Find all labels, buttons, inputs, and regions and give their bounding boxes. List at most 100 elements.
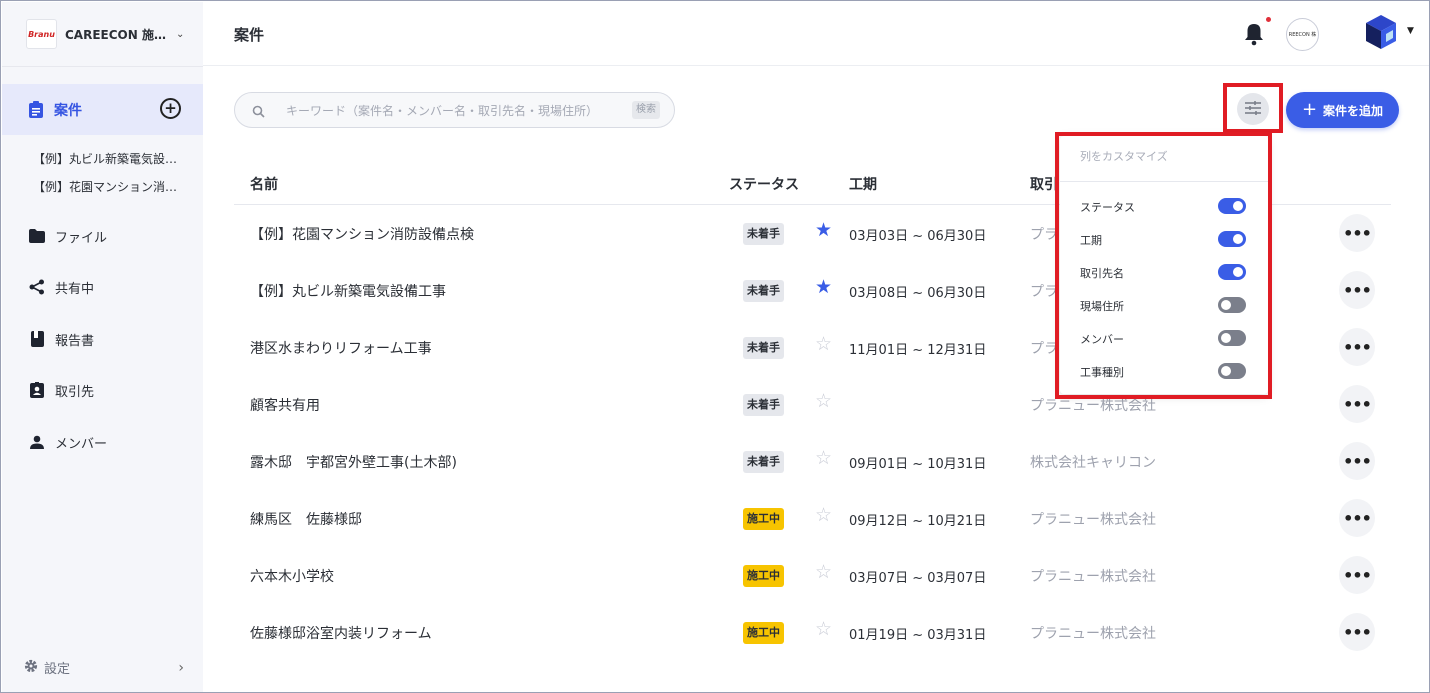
app-window: Branu CAREECON 施… ⌄ 案件 + 【例】丸ビル新築電気設… 【例… bbox=[0, 0, 1430, 693]
project-name: 六本木小学校 bbox=[250, 569, 334, 585]
client-name: プラ bbox=[1030, 284, 1058, 300]
table-row[interactable]: 露木邸 宇都宮外壁工事(土木部) 未着手 ☆ 09月01日 ~ 10月31日 株… bbox=[234, 433, 1391, 490]
gear-icon bbox=[24, 659, 38, 677]
column-header-client[interactable]: 取引 bbox=[1030, 174, 1058, 194]
more-options-icon[interactable]: ••• bbox=[1339, 385, 1375, 423]
project-period: 03月07日 ~ 03月07日 bbox=[849, 571, 987, 586]
more-options-icon[interactable]: ••• bbox=[1339, 271, 1375, 309]
top-header: 案件 REECON 株 ▼ bbox=[203, 2, 1429, 66]
share-icon bbox=[29, 279, 45, 295]
more-options-icon[interactable]: ••• bbox=[1339, 499, 1375, 537]
page-title: 案件 bbox=[234, 26, 265, 44]
more-options-icon[interactable]: ••• bbox=[1339, 613, 1375, 651]
more-options-icon[interactable]: ••• bbox=[1339, 442, 1375, 480]
client-name: プラ bbox=[1030, 227, 1058, 243]
sidebar-item-label: メンバー bbox=[55, 436, 108, 452]
project-name: 露木邸 宇都宮外壁工事(土木部) bbox=[250, 455, 457, 471]
sidebar-item-label: 取引先 bbox=[55, 384, 95, 400]
table-row[interactable]: 佐藤様邸浴室内装リフォーム 施工中 ☆ 01月19日 ~ 03月31日 プラニュ… bbox=[234, 604, 1391, 661]
search-button[interactable]: 検索 bbox=[632, 101, 660, 119]
column-header-period[interactable]: 工期 bbox=[849, 174, 877, 194]
chevron-down-icon[interactable]: ▼ bbox=[1407, 26, 1414, 36]
star-outline-icon[interactable]: ☆ bbox=[815, 620, 832, 639]
search-input[interactable]: キーワード（案件名・メンバー名・取引先名・現場住所） 検索 bbox=[234, 92, 675, 128]
project-period: 09月12日 ~ 10月21日 bbox=[849, 514, 987, 529]
settings-link[interactable]: 設定 › bbox=[24, 658, 184, 677]
org-switcher[interactable]: Branu CAREECON 施… ⌄ bbox=[26, 19, 184, 49]
plus-icon: + bbox=[1301, 99, 1318, 120]
more-options-icon[interactable]: ••• bbox=[1339, 328, 1375, 366]
project-name: 佐藤様邸浴室内装リフォーム bbox=[250, 626, 432, 642]
project-name: 【例】丸ビル新築電気設備工事 bbox=[250, 284, 446, 300]
recent-project-item[interactable]: 【例】花園マンション消… bbox=[33, 178, 177, 195]
company-logo-text: Branu bbox=[28, 29, 55, 39]
more-options-icon[interactable]: ••• bbox=[1339, 214, 1375, 252]
company-logo: Branu bbox=[26, 19, 57, 49]
search-icon bbox=[252, 103, 265, 118]
project-name: 港区水まわりリフォーム工事 bbox=[250, 341, 432, 357]
status-badge: 施工中 bbox=[743, 565, 784, 587]
star-icon[interactable]: ★ bbox=[815, 278, 832, 297]
star-outline-icon[interactable]: ☆ bbox=[815, 335, 832, 354]
client-name: プラニュー株式会社 bbox=[1030, 626, 1156, 642]
project-period: 03月08日 ~ 06月30日 bbox=[849, 286, 987, 301]
settings-label: 設定 bbox=[44, 662, 71, 677]
project-name: 【例】花園マンション消防設備点検 bbox=[250, 227, 474, 243]
column-header-status[interactable]: ステータス bbox=[729, 174, 799, 194]
status-badge: 施工中 bbox=[743, 622, 784, 644]
avatar[interactable]: REECON 株 bbox=[1286, 18, 1319, 51]
sidebar-item-label: ファイル bbox=[55, 230, 108, 246]
client-name: プラニュー株式会社 bbox=[1030, 569, 1156, 585]
app-logo-icon[interactable] bbox=[1365, 14, 1397, 50]
chevron-right-icon: › bbox=[178, 659, 184, 676]
add-project-button[interactable]: + 案件を追加 bbox=[1286, 92, 1399, 128]
org-name: CAREECON 施… bbox=[65, 27, 166, 42]
star-icon[interactable]: ★ bbox=[815, 221, 832, 240]
clipboard-icon bbox=[29, 101, 43, 118]
sidebar-item-reports[interactable]: 報告書 bbox=[29, 329, 94, 349]
add-project-label: 案件を追加 bbox=[1323, 103, 1384, 118]
person-icon bbox=[29, 434, 45, 450]
star-outline-icon[interactable]: ☆ bbox=[815, 563, 832, 582]
column-header-name[interactable]: 名前 bbox=[250, 174, 278, 194]
folder-icon bbox=[29, 228, 45, 244]
star-outline-icon[interactable]: ☆ bbox=[815, 506, 832, 525]
highlight-box bbox=[1223, 83, 1283, 133]
add-project-icon[interactable]: + bbox=[160, 98, 181, 119]
sidebar-item-projects[interactable]: 案件 + bbox=[2, 84, 203, 135]
sidebar-item-clients[interactable]: 取引先 bbox=[29, 380, 94, 400]
table-row[interactable]: 練馬区 佐藤様邸 施工中 ☆ 09月12日 ~ 10月21日 プラニュー株式会社… bbox=[234, 490, 1391, 547]
client-name: プラニュー株式会社 bbox=[1030, 512, 1156, 528]
more-options-icon[interactable]: ••• bbox=[1339, 556, 1375, 594]
project-period: 09月01日 ~ 10月31日 bbox=[849, 457, 987, 472]
chevron-down-icon: ⌄ bbox=[175, 28, 185, 40]
project-name: 顧客共有用 bbox=[250, 398, 320, 414]
status-badge: 施工中 bbox=[743, 508, 784, 530]
status-badge: 未着手 bbox=[743, 280, 784, 302]
sidebar-item-label: 共有中 bbox=[55, 281, 95, 297]
contact-badge-icon bbox=[29, 382, 45, 398]
sidebar-item-label: 案件 bbox=[54, 102, 82, 119]
sidebar-divider bbox=[2, 66, 203, 67]
status-badge: 未着手 bbox=[743, 337, 784, 359]
notification-dot bbox=[1266, 17, 1271, 22]
project-period: 01月19日 ~ 03月31日 bbox=[849, 628, 987, 643]
recent-project-item[interactable]: 【例】丸ビル新築電気設… bbox=[33, 150, 177, 167]
star-outline-icon[interactable]: ☆ bbox=[815, 449, 832, 468]
search-placeholder: キーワード（案件名・メンバー名・取引先名・現場住所） bbox=[286, 104, 599, 118]
sidebar-item-label: 報告書 bbox=[55, 333, 95, 349]
project-name: 練馬区 佐藤様邸 bbox=[250, 512, 362, 528]
avatar-text: REECON 株 bbox=[1288, 32, 1317, 38]
sidebar-item-files[interactable]: ファイル bbox=[29, 226, 107, 246]
bell-icon[interactable] bbox=[1243, 22, 1265, 46]
client-name: 株式会社キャリコン bbox=[1030, 455, 1156, 471]
sidebar-item-shared[interactable]: 共有中 bbox=[29, 277, 94, 297]
star-outline-icon[interactable]: ☆ bbox=[815, 392, 832, 411]
highlight-box bbox=[1055, 132, 1272, 399]
project-period: 11月01日 ~ 12月31日 bbox=[849, 343, 987, 358]
status-badge: 未着手 bbox=[743, 394, 784, 416]
sidebar-item-members[interactable]: メンバー bbox=[29, 432, 107, 452]
table-row[interactable]: 六本木小学校 施工中 ☆ 03月07日 ~ 03月07日 プラニュー株式会社 •… bbox=[234, 547, 1391, 604]
project-period: 03月03日 ~ 06月30日 bbox=[849, 229, 987, 244]
book-icon bbox=[29, 331, 45, 347]
